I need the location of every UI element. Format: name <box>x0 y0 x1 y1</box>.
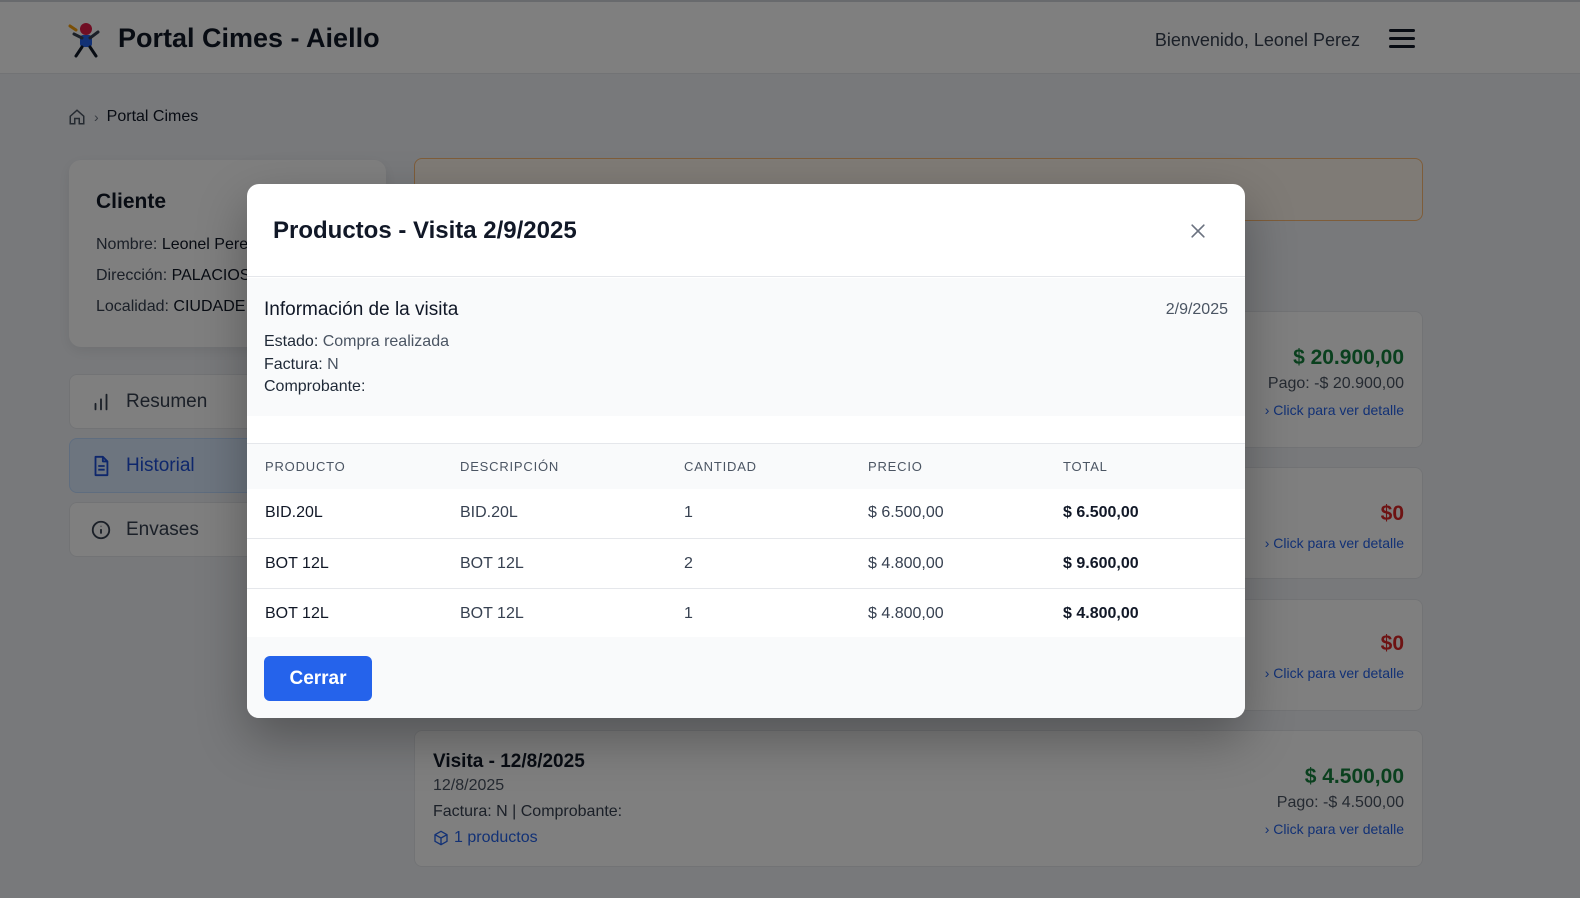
visit-receipt-label: Comprobante: <box>264 378 366 395</box>
table-row: BOT 12L BOT 12L 2 $ 4.800,00 $ 9.600,00 <box>247 538 1245 589</box>
visit-info-panel: Información de la visita 2/9/2025 Estado… <box>247 278 1245 416</box>
modal-title: Productos - Visita 2/9/2025 <box>273 217 577 244</box>
cell-descripcion: BID.20L <box>442 488 666 539</box>
column-header-descripcion: DESCRIPCIÓN <box>460 458 560 474</box>
cell-producto: BOT 12L <box>247 588 442 639</box>
visit-receipt: Comprobante: <box>264 378 365 396</box>
cell-cantidad: 2 <box>666 538 850 589</box>
close-icon[interactable] <box>1188 221 1208 241</box>
table-row: BOT 12L BOT 12L 1 $ 4.800,00 $ 4.800,00 <box>247 588 1245 639</box>
table-row: BID.20L BID.20L 1 $ 6.500,00 $ 6.500,00 <box>247 488 1245 539</box>
close-button[interactable]: Cerrar <box>264 656 372 701</box>
column-header-precio: PRECIO <box>868 458 923 474</box>
cell-total: $ 6.500,00 <box>1045 488 1245 539</box>
column-header-producto: PRODUCTO <box>265 458 346 474</box>
visit-info-title: Información de la visita <box>264 299 459 320</box>
cell-producto: BOT 12L <box>247 538 442 589</box>
cell-descripcion: BOT 12L <box>442 538 666 589</box>
cell-total: $ 4.800,00 <box>1045 588 1245 639</box>
visit-status: Estado: Compra realizada <box>264 333 449 351</box>
modal-header: Productos - Visita 2/9/2025 <box>247 184 1245 277</box>
cell-precio: $ 6.500,00 <box>850 488 1045 539</box>
modal-footer: Cerrar <box>247 637 1245 718</box>
visit-invoice-label: Factura: <box>264 356 323 373</box>
column-header-total: TOTAL <box>1063 458 1108 474</box>
cell-cantidad: 1 <box>666 588 850 639</box>
cell-total: $ 9.600,00 <box>1045 538 1245 589</box>
column-header-cantidad: CANTIDAD <box>684 458 757 474</box>
cell-cantidad: 1 <box>666 488 850 539</box>
cell-precio: $ 4.800,00 <box>850 538 1045 589</box>
visit-invoice-value: N <box>327 356 339 373</box>
cell-precio: $ 4.800,00 <box>850 588 1045 639</box>
visit-status-label: Estado: <box>264 333 319 350</box>
products-table: PRODUCTO DESCRIPCIÓN CANTIDAD PRECIO TOT… <box>247 443 1245 639</box>
table-header-row: PRODUCTO DESCRIPCIÓN CANTIDAD PRECIO TOT… <box>247 443 1245 489</box>
visit-status-value: Compra realizada <box>322 333 449 350</box>
cell-producto: BID.20L <box>247 488 442 539</box>
products-modal: Productos - Visita 2/9/2025 Información … <box>247 184 1245 718</box>
visit-invoice: Factura: N <box>264 356 339 374</box>
cell-descripcion: BOT 12L <box>442 588 666 639</box>
visit-info-date: 2/9/2025 <box>1165 301 1228 318</box>
